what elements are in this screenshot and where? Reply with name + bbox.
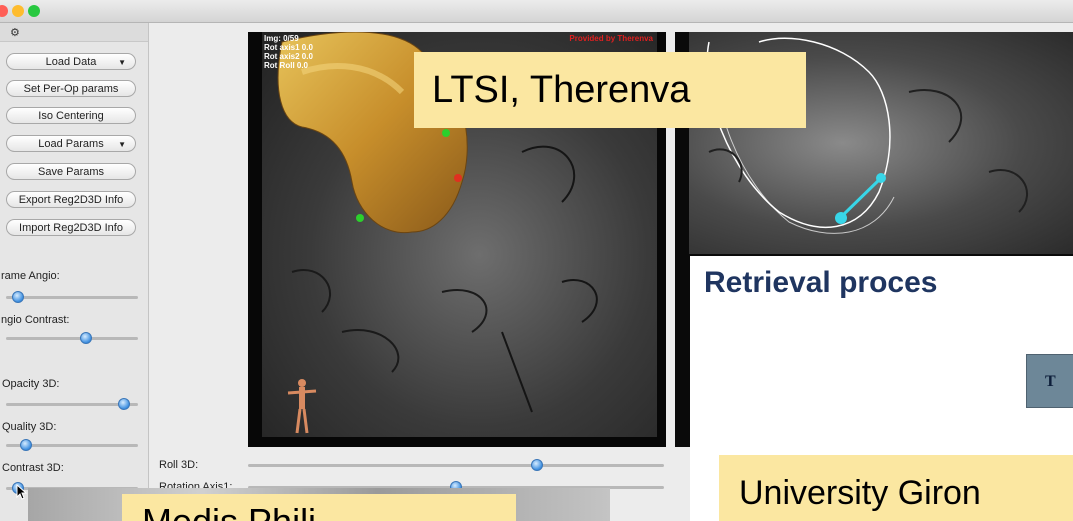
frame-angio-label: rame Angio:: [1, 270, 60, 282]
export-reg2d3d-label: Export Reg2D3D Info: [18, 194, 124, 206]
opacity-3d-label: Opacity 3D:: [2, 378, 60, 390]
roll-3d-slider[interactable]: [248, 459, 664, 471]
load-data-label: Load Data: [45, 56, 97, 68]
zoom-window-button[interactable]: [28, 5, 40, 17]
slide-box: T: [1026, 354, 1073, 408]
load-params-button[interactable]: Load Params ▼: [6, 135, 136, 152]
slide-title: Retrieval proces: [704, 266, 938, 299]
marker-green: [356, 214, 364, 222]
roll-3d-label: Roll 3D:: [159, 459, 199, 471]
chevron-down-icon: ▼: [118, 140, 126, 149]
quality-3d-slider[interactable]: [6, 439, 138, 451]
angio-contrast-slider-knob[interactable]: [80, 332, 93, 344]
provider-label: Provided by Therenva: [569, 34, 653, 43]
export-reg2d3d-button[interactable]: Export Reg2D3D Info: [6, 191, 136, 208]
angio-contrast-label: ngio Contrast:: [1, 314, 70, 326]
frame-angio-slider-knob[interactable]: [12, 291, 24, 303]
rot-roll-readout: Rot Roll 0.0: [264, 61, 309, 70]
opacity-3d-slider-knob[interactable]: [117, 398, 130, 410]
save-params-button[interactable]: Save Params: [6, 163, 136, 180]
save-params-label: Save Params: [37, 166, 105, 178]
gear-icon[interactable]: ⚙: [10, 26, 20, 39]
opacity-3d-slider[interactable]: [6, 398, 138, 410]
load-params-label: Load Params: [38, 138, 104, 150]
marker-red: [454, 174, 462, 182]
sidebar-header: ⚙: [0, 23, 148, 42]
marker-cyan: [835, 212, 847, 224]
human-orientation-icon: [287, 379, 317, 434]
iso-centering-button[interactable]: Iso Centering: [6, 107, 136, 124]
import-reg2d3d-button[interactable]: Import Reg2D3D Info: [6, 219, 136, 236]
roll-3d-slider-knob[interactable]: [530, 459, 543, 471]
contrast-3d-label: Contrast 3D:: [2, 462, 64, 474]
marker-cyan: [876, 173, 886, 183]
quality-3d-label: Quality 3D:: [2, 421, 57, 433]
set-per-op-params-label: Set Per-Op params: [23, 83, 119, 95]
mouse-cursor-icon: [16, 484, 28, 500]
chevron-down-icon: ▼: [118, 58, 126, 67]
import-reg2d3d-label: Import Reg2D3D Info: [19, 222, 123, 234]
caption-top: LTSI, Therenva: [414, 52, 806, 128]
caption-bottom-left: Medis Phili: [122, 494, 516, 521]
angio-contrast-slider[interactable]: [6, 332, 138, 344]
set-per-op-params-button[interactable]: Set Per-Op params: [6, 80, 136, 97]
rot-axis2-readout: Rot axis2 0.0: [264, 52, 313, 61]
window-titlebar: [0, 0, 1073, 23]
close-window-button[interactable]: [0, 5, 8, 17]
rot-axis1-readout: Rot axis1 0.0: [264, 43, 313, 52]
marker-green: [442, 129, 450, 137]
minimize-window-button[interactable]: [12, 5, 24, 17]
caption-bottom-right: University Giron: [719, 455, 1073, 521]
quality-3d-slider-knob[interactable]: [20, 439, 33, 451]
frame-angio-slider[interactable]: [6, 291, 138, 303]
iso-centering-label: Iso Centering: [38, 110, 104, 122]
image-counter: Img: 0/59: [264, 34, 299, 43]
control-sidebar: ⚙ Load Data ▼ Set Per-Op params Iso Cent…: [0, 23, 149, 521]
load-data-button[interactable]: Load Data ▼: [6, 53, 136, 70]
